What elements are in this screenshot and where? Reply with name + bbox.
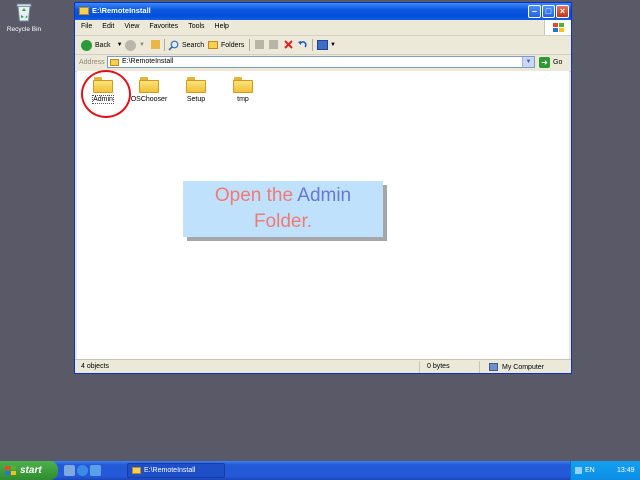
menu-favorites[interactable]: Favorites bbox=[143, 20, 182, 30]
title-bar[interactable]: E:\RemoteInstall – □ × bbox=[75, 3, 571, 20]
address-value: E:\RemoteInstall bbox=[122, 58, 174, 65]
copy-to-icon[interactable] bbox=[269, 40, 278, 49]
folder-icon bbox=[132, 467, 141, 474]
toolbar: Back ▼ ▼ Search Folders ▼ bbox=[75, 36, 571, 55]
views-icon bbox=[317, 40, 328, 50]
callout-text-highlight: Admin bbox=[297, 185, 352, 206]
explorer-window: E:\RemoteInstall – □ × File Edit View Favor… bbox=[74, 2, 572, 374]
instruction-callout: Open the Admin Folder. bbox=[183, 181, 383, 237]
windows-logo-icon bbox=[544, 20, 571, 35]
menu-tools[interactable]: Tools bbox=[182, 20, 208, 30]
windows-flag-icon bbox=[5, 466, 16, 475]
folder-label: tmp bbox=[237, 96, 249, 103]
menu-help[interactable]: Help bbox=[209, 20, 233, 30]
address-bar: Address E:\RemoteInstall ▼ ➜ Go bbox=[75, 55, 571, 72]
chevron-down-icon: ▼ bbox=[139, 42, 145, 48]
minimize-button[interactable]: – bbox=[528, 5, 541, 18]
address-input[interactable]: E:\RemoteInstall ▼ bbox=[107, 56, 535, 68]
chevron-down-icon: ▼ bbox=[116, 42, 123, 48]
folder-icon bbox=[186, 77, 206, 93]
folder-icon bbox=[233, 77, 253, 93]
callout-text-post: Folder. bbox=[253, 211, 313, 232]
quicklaunch-media-icon[interactable] bbox=[90, 465, 101, 476]
status-bar: 4 objects 0 bytes My Computer bbox=[75, 359, 571, 374]
tray-icon[interactable] bbox=[575, 467, 582, 474]
highlight-circle bbox=[81, 70, 131, 118]
menu-view[interactable]: View bbox=[118, 20, 143, 30]
address-label: Address bbox=[79, 59, 105, 66]
folder-label: OSChooser bbox=[130, 96, 168, 103]
go-button[interactable]: ➜ Go bbox=[539, 56, 562, 68]
forward-arrow-icon bbox=[125, 39, 136, 51]
menu-bar: File Edit View Favorites Tools Help bbox=[75, 20, 571, 36]
undo-icon[interactable] bbox=[298, 40, 307, 49]
menu-edit[interactable]: Edit bbox=[96, 20, 118, 30]
quicklaunch-desktop-icon[interactable] bbox=[64, 465, 75, 476]
file-list-pane[interactable]: Admin OSChooser Setup tmp Open the Admin… bbox=[77, 70, 569, 359]
my-computer-icon bbox=[489, 363, 498, 371]
delete-icon[interactable] bbox=[284, 40, 293, 49]
close-button[interactable]: × bbox=[556, 5, 569, 18]
folders-button[interactable]: Folders bbox=[208, 38, 244, 52]
folders-icon bbox=[208, 41, 218, 49]
status-objects: 4 objects bbox=[81, 363, 110, 370]
up-folder-icon[interactable] bbox=[151, 40, 160, 49]
chevron-down-icon: ▼ bbox=[330, 42, 336, 48]
status-size: 0 bytes bbox=[427, 363, 450, 370]
recycle-bin-icon bbox=[16, 3, 32, 22]
forward-button[interactable]: ▼ bbox=[125, 38, 145, 52]
clock[interactable]: 13:49 bbox=[617, 467, 635, 474]
menu-file[interactable]: File bbox=[75, 20, 96, 30]
start-button[interactable]: start bbox=[0, 461, 58, 480]
move-to-icon[interactable] bbox=[255, 40, 264, 49]
maximize-button[interactable]: □ bbox=[542, 5, 555, 18]
folder-icon bbox=[110, 59, 119, 66]
folder-setup[interactable]: Setup bbox=[174, 77, 218, 103]
status-location: My Computer bbox=[489, 363, 544, 371]
system-tray: EN 13:49 bbox=[570, 461, 640, 480]
back-arrow-icon bbox=[81, 39, 92, 51]
taskbar: start E:\RemoteInstall EN 13:49 bbox=[0, 461, 640, 480]
address-dropdown-button[interactable]: ▼ bbox=[522, 57, 534, 67]
taskbar-window-button[interactable]: E:\RemoteInstall bbox=[127, 463, 225, 478]
go-arrow-icon: ➜ bbox=[539, 56, 550, 68]
callout-text-pre: Open the bbox=[214, 185, 298, 206]
folder-tmp[interactable]: tmp bbox=[221, 77, 265, 103]
views-button[interactable]: ▼ bbox=[317, 38, 336, 52]
search-button[interactable]: Search bbox=[168, 38, 204, 52]
window-title: E:\RemoteInstall bbox=[92, 6, 151, 15]
folder-icon bbox=[139, 77, 159, 93]
search-icon bbox=[168, 40, 179, 51]
back-button[interactable]: Back ▼ bbox=[81, 38, 123, 52]
recycle-bin-label: Recycle Bin bbox=[6, 26, 42, 33]
folder-oschooser[interactable]: OSChooser bbox=[127, 77, 171, 103]
folder-icon bbox=[79, 7, 89, 15]
recycle-bin-desktop-icon[interactable]: Recycle Bin bbox=[4, 2, 44, 33]
language-indicator[interactable]: EN bbox=[585, 467, 595, 474]
folder-label: Setup bbox=[186, 96, 206, 103]
quicklaunch-ie-icon[interactable] bbox=[77, 465, 88, 476]
